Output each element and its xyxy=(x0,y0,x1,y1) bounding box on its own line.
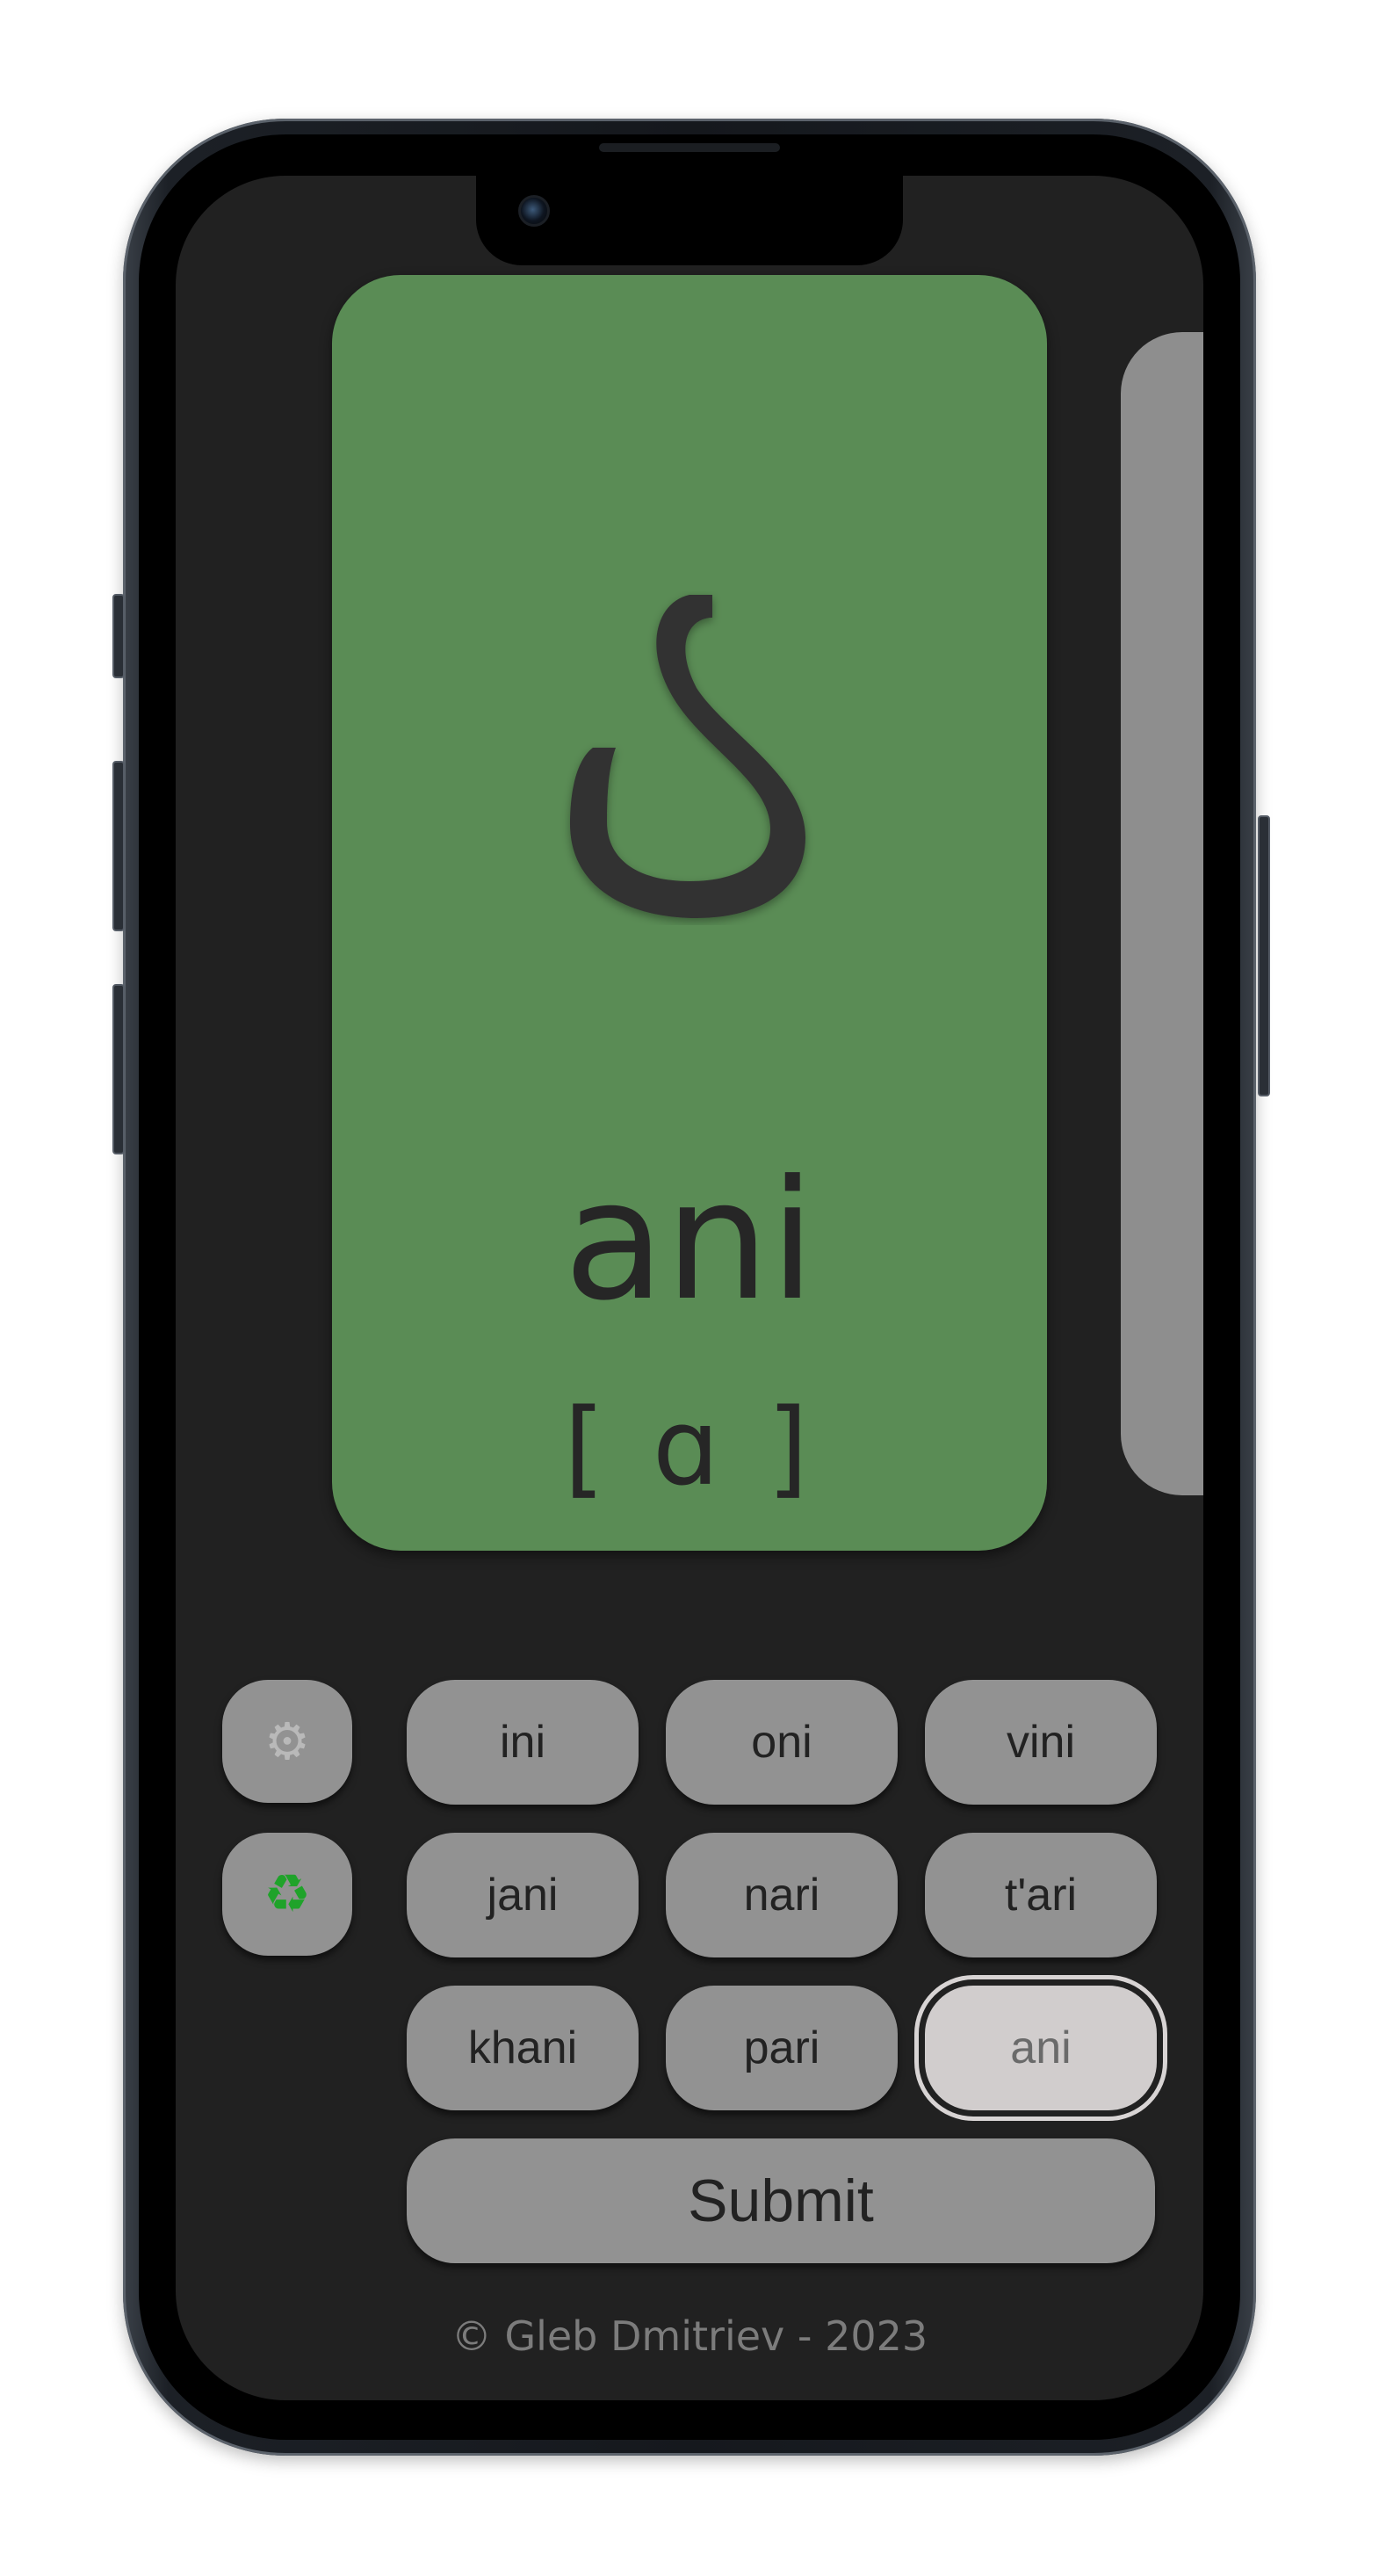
submit-button[interactable]: Submit xyxy=(407,2138,1155,2263)
reset-button[interactable]: ♻ xyxy=(222,1833,352,1956)
notch xyxy=(476,176,903,265)
copyright-footer: © Gleb Dmitriev - 2023 xyxy=(451,2312,928,2360)
option-button-nari[interactable]: nari xyxy=(666,1833,898,1957)
option-button-tari[interactable]: t'ari xyxy=(925,1833,1157,1957)
mute-switch xyxy=(112,594,125,678)
option-button-ini[interactable]: ini xyxy=(407,1680,639,1805)
gear-icon: ⚙ xyxy=(264,1711,310,1771)
volume-down-button xyxy=(112,984,125,1154)
volume-up-button xyxy=(112,761,125,931)
flashcard[interactable]: ა ani [ ɑ ] xyxy=(332,275,1047,1551)
option-button-pari[interactable]: pari xyxy=(666,1986,898,2110)
option-button-ani-selected[interactable]: ani xyxy=(925,1986,1157,2110)
settings-button[interactable]: ⚙ xyxy=(222,1680,352,1803)
option-button-oni[interactable]: oni xyxy=(666,1680,898,1805)
option-button-vini[interactable]: vini xyxy=(925,1680,1157,1805)
card-ipa: [ ɑ ] xyxy=(563,1387,816,1509)
letter-text: ა xyxy=(558,591,559,592)
card-word: ani xyxy=(563,1145,816,1337)
front-camera-icon xyxy=(518,195,550,227)
recycle-icon: ♻ xyxy=(264,1863,311,1925)
option-button-khani[interactable]: khani xyxy=(407,1986,639,2110)
power-button xyxy=(1258,815,1270,1096)
app-screen: ა ani [ ɑ ] ⚙ ♻ ini oni vini jani nari t… xyxy=(176,176,1203,2400)
letter-svg: ა xyxy=(558,591,805,918)
next-card-peek[interactable] xyxy=(1121,332,1203,1495)
earpiece-speaker xyxy=(599,143,780,152)
option-button-jani[interactable]: jani xyxy=(407,1833,639,1957)
georgian-letter-glyph: ა xyxy=(332,591,1047,943)
